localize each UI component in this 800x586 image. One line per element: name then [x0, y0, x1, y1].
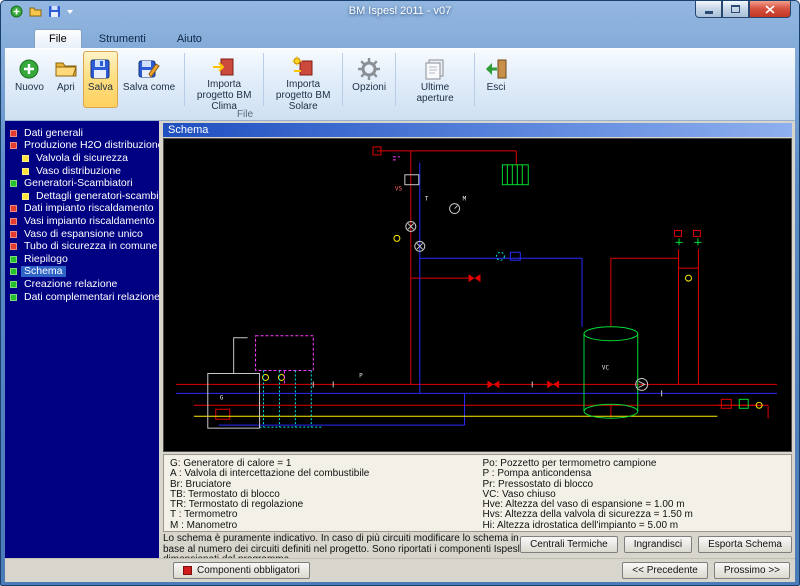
ingrandisci-button[interactable]: Ingrandisci	[624, 536, 692, 553]
bottom-bar: Componenti obbligatori << Precedente Pro…	[5, 558, 795, 582]
esci-button[interactable]: Esci	[479, 51, 513, 108]
sidebar-item-vaso-espansione-unico[interactable]: Vaso di espansione unico	[5, 228, 159, 241]
recent-files-icon	[423, 55, 447, 82]
apri-button[interactable]: Apri	[49, 51, 83, 108]
importa-bm-solare-button[interactable]: Importa progetto BM Solare	[268, 51, 338, 108]
content-panel: Schema	[161, 121, 795, 558]
diagram-label: M	[463, 196, 467, 203]
maximize-icon	[731, 5, 740, 13]
componenti-obbligatori-button[interactable]: Componenti obbligatori	[173, 562, 310, 579]
legend-left-column: G: Generatore di calore = 1 A : Valvola …	[170, 459, 473, 527]
page-icon	[10, 243, 17, 250]
page-icon	[22, 155, 29, 162]
esporta-schema-button[interactable]: Esporta Schema	[698, 536, 792, 553]
ribbon-separator	[263, 53, 264, 106]
title-bar: BM Ispesl 2011 - v07	[1, 1, 799, 25]
diagram-label: G	[220, 394, 224, 401]
ribbon-group-file: Nuovo Apri Salva Salva come	[10, 51, 795, 108]
navigation-sidebar: Dati generali Produzione H2O distribuzio…	[5, 121, 159, 558]
exit-icon	[484, 55, 508, 82]
ribbon-separator	[474, 53, 475, 106]
sidebar-item-vasi-impianto-riscaldamento[interactable]: Vasi impianto riscaldamento	[5, 215, 159, 228]
ribbon-separator	[342, 53, 343, 106]
salva-button[interactable]: Salva	[83, 51, 118, 108]
minimize-button[interactable]	[695, 1, 722, 18]
mandatory-label: Componenti obbligatori	[197, 565, 300, 576]
page-icon	[10, 281, 17, 288]
sidebar-item-generatori-scambiatori[interactable]: Generatori-Scambiatori	[5, 177, 159, 190]
prossimo-button[interactable]: Prossimo >>	[714, 562, 790, 579]
sidebar-item-vaso-distribuzione[interactable]: Vaso distribuzione	[5, 165, 159, 178]
import-solare-icon	[291, 55, 315, 79]
app-body: Dati generali Produzione H2O distribuzio…	[5, 121, 795, 582]
tab-strumenti[interactable]: Strumenti	[85, 30, 160, 48]
sidebar-item-valvola-di-sicurezza[interactable]: Valvola di sicurezza	[5, 152, 159, 165]
diagram-label: P	[359, 372, 363, 379]
opzioni-button[interactable]: Opzioni	[347, 51, 391, 108]
diagram-label: VC	[602, 365, 610, 372]
importa-bm-clima-button[interactable]: Importa progetto BM Clima	[189, 51, 259, 108]
legend-right-column: Po: Pozzetto per termometro campione P :…	[483, 459, 786, 527]
window-controls	[695, 1, 791, 18]
sidebar-item-dati-complementari[interactable]: Dati complementari relazione	[5, 291, 159, 304]
page-icon	[10, 256, 17, 263]
page-icon	[10, 180, 17, 187]
page-icon	[10, 294, 17, 301]
legend-line: Hi: Altezza idrostatica dell'impianto = …	[483, 521, 786, 531]
diagram-label: VS	[395, 186, 403, 193]
diagram-label: T	[425, 196, 429, 203]
sidebar-item-tubo-sicurezza-comune[interactable]: Tubo di sicurezza in comune	[5, 240, 159, 253]
open-folder-icon	[54, 55, 78, 82]
ribbon: Nuovo Apri Salva Salva come	[5, 48, 795, 121]
page-icon	[10, 218, 17, 225]
mandatory-red-icon	[183, 566, 192, 575]
ultime-aperture-button[interactable]: Ultime aperture	[400, 51, 470, 108]
ribbon-separator	[184, 53, 185, 106]
sidebar-item-produzione-h2o[interactable]: Produzione H2O distribuzione	[5, 140, 159, 153]
page-icon	[10, 130, 17, 137]
tab-aiuto[interactable]: Aiuto	[163, 30, 216, 48]
app-window: BM Ispesl 2011 - v07 File Strumenti Aiut…	[0, 0, 800, 586]
nuovo-button[interactable]: Nuovo	[10, 51, 49, 108]
note-row: Lo schema è puramente indicativo. In cas…	[163, 534, 792, 558]
sidebar-item-dati-impianto-riscaldamento[interactable]: Dati impianto riscaldamento	[5, 203, 159, 216]
window-title: BM Ispesl 2011 - v07	[1, 5, 799, 17]
page-icon	[10, 205, 17, 212]
sidebar-item-creazione-relazione[interactable]: Creazione relazione	[5, 278, 159, 291]
sidebar-item-dettagli-generatori[interactable]: Dettagli generatori-scambiatori	[5, 190, 159, 203]
schema-diagram: T M VC G P VS	[163, 138, 792, 452]
save-floppy-icon	[88, 55, 112, 82]
legend-line: M : Manometro	[170, 521, 473, 531]
maximize-button[interactable]	[722, 1, 749, 18]
sidebar-item-schema[interactable]: Schema	[5, 266, 159, 279]
schema-note: Lo schema è puramente indicativo. In cas…	[163, 534, 520, 558]
ribbon-separator	[395, 53, 396, 106]
page-icon	[22, 168, 29, 175]
minimize-icon	[705, 11, 713, 14]
legend-panel: G: Generatore di calore = 1 A : Valvola …	[163, 454, 792, 532]
page-icon	[10, 231, 17, 238]
gear-icon	[357, 55, 381, 82]
save-as-icon	[137, 55, 161, 82]
sidebar-item-dati-generali[interactable]: Dati generali	[5, 127, 159, 140]
tab-file[interactable]: File	[34, 29, 82, 48]
page-icon	[10, 142, 17, 149]
centrali-termiche-button[interactable]: Centrali Termiche	[520, 536, 618, 553]
page-title: Schema	[163, 123, 792, 137]
schema-actions: Centrali Termiche Ingrandisci Esporta Sc…	[520, 534, 792, 553]
ribbon-tabstrip: File Strumenti Aiuto	[6, 27, 794, 48]
salva-come-button[interactable]: Salva come	[118, 51, 180, 108]
close-button[interactable]	[749, 1, 791, 18]
ribbon-group-label: File	[10, 108, 480, 120]
page-icon	[22, 193, 29, 200]
page-icon	[10, 268, 17, 275]
wizard-nav-buttons: << Precedente Prossimo >>	[622, 562, 790, 579]
import-clima-icon	[212, 55, 236, 79]
sidebar-item-riepilogo[interactable]: Riepilogo	[5, 253, 159, 266]
new-icon	[17, 55, 41, 82]
close-icon	[765, 5, 775, 14]
precedente-button[interactable]: << Precedente	[622, 562, 708, 579]
